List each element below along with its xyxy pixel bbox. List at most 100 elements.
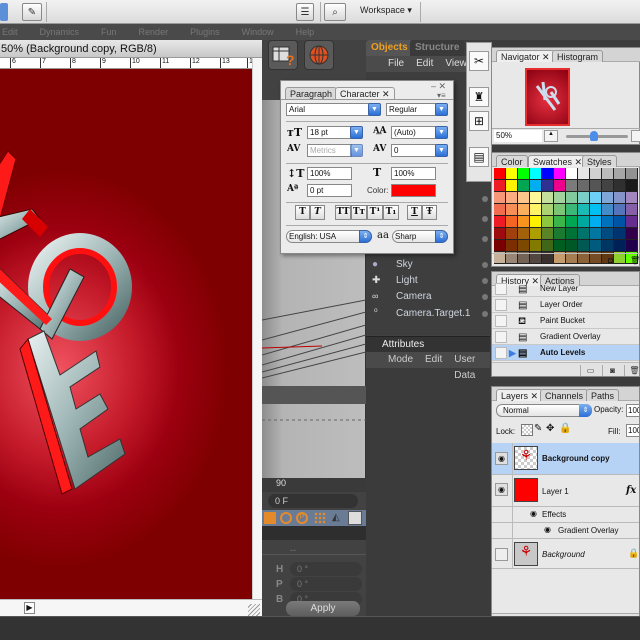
document-title[interactable]: 50% (Background copy, RGB/8)	[0, 40, 262, 58]
color-swatch[interactable]	[506, 168, 518, 180]
color-swatch[interactable]	[518, 240, 530, 252]
color-swatch[interactable]	[566, 180, 578, 192]
fill-input[interactable]: 100%	[626, 424, 639, 437]
layer-dot[interactable]	[482, 196, 488, 202]
brush-tool-icon[interactable]: ♜	[469, 87, 489, 107]
tab-color[interactable]: Color	[496, 155, 528, 167]
layer-row[interactable]: ◉ Layer 1 fx	[492, 475, 639, 507]
strikethrough-button[interactable]: Ŧ	[422, 205, 437, 220]
visibility-box[interactable]	[495, 548, 508, 561]
chevron-down-icon[interactable]: ▼	[350, 144, 363, 157]
chevron-down-icon[interactable]: ▼	[368, 103, 381, 116]
color-swatch[interactable]	[578, 192, 590, 204]
object-item-camera-target[interactable]: Camera.Target.1	[396, 308, 470, 319]
objects-menu-file[interactable]: File	[388, 56, 404, 72]
color-swatch[interactable]	[602, 228, 614, 240]
color-swatch[interactable]	[506, 240, 518, 252]
faux-italic-button[interactable]: T	[310, 205, 325, 220]
p-tool-icon[interactable]: P	[296, 512, 308, 524]
color-swatch[interactable]	[506, 180, 518, 192]
color-swatch[interactable]	[494, 240, 506, 252]
tracking-input[interactable]: 0	[391, 144, 436, 157]
effect-row[interactable]: ◉ Gradient Overlay	[492, 523, 639, 539]
tab-channels[interactable]: Channels	[540, 389, 589, 401]
layer-dot[interactable]	[482, 262, 488, 268]
color-swatch[interactable]	[626, 180, 638, 192]
color-swatch[interactable]	[542, 240, 554, 252]
color-swatch[interactable]	[530, 180, 542, 192]
color-swatch[interactable]	[530, 192, 542, 204]
scroll-right-arrow[interactable]: ▶	[24, 602, 35, 614]
color-swatch[interactable]	[554, 192, 566, 204]
color-swatch[interactable]	[578, 216, 590, 228]
help-table-icon[interactable]: ?	[268, 40, 298, 70]
history-item[interactable]: ▤ New Layer	[492, 281, 639, 297]
snapshot-camera-icon[interactable]: ◙	[602, 365, 622, 376]
tab-navigator[interactable]: Navigator ✕	[496, 50, 555, 62]
color-swatch[interactable]	[578, 228, 590, 240]
workspace-menu[interactable]: Workspace ▾	[360, 5, 412, 16]
menu-dynamics[interactable]: Dynamics	[40, 27, 80, 37]
color-swatch[interactable]	[614, 216, 626, 228]
bridge-browse-icon[interactable]: ⌕	[324, 3, 346, 21]
snapshot-checkbox[interactable]	[495, 331, 507, 343]
chevron-down-icon[interactable]: ▼	[435, 103, 448, 116]
navigator-zoom-input[interactable]: 50%	[494, 130, 542, 142]
layer-dot[interactable]	[482, 294, 488, 300]
color-swatch[interactable]	[542, 168, 554, 180]
superscript-button[interactable]: T¹	[367, 205, 383, 220]
color-swatch[interactable]	[518, 192, 530, 204]
tab-structure[interactable]: Structure	[410, 40, 465, 56]
color-swatch[interactable]	[578, 180, 590, 192]
color-swatch[interactable]	[554, 180, 566, 192]
color-swatch[interactable]	[554, 216, 566, 228]
timeline-ruler[interactable]: 90	[262, 478, 366, 492]
color-swatch[interactable]	[602, 168, 614, 180]
color-swatch[interactable]	[566, 228, 578, 240]
tab-styles[interactable]: Styles	[582, 155, 617, 167]
color-swatch[interactable]	[590, 168, 602, 180]
snapshot-checkbox[interactable]	[495, 299, 507, 311]
color-swatch[interactable]	[590, 228, 602, 240]
color-swatch[interactable]	[506, 192, 518, 204]
color-swatch[interactable]	[602, 192, 614, 204]
color-swatch[interactable]	[530, 228, 542, 240]
layer-dot[interactable]	[482, 311, 488, 317]
objects-menu-edit[interactable]: Edit	[416, 56, 433, 72]
attributes-menu-edit[interactable]: Edit	[425, 352, 442, 368]
object-item-camera[interactable]: Camera	[396, 291, 432, 302]
color-swatch[interactable]	[626, 240, 638, 252]
blend-mode-select[interactable]: Normal	[496, 404, 592, 417]
underline-button[interactable]: T	[407, 205, 422, 220]
color-swatch[interactable]	[518, 216, 530, 228]
color-swatch[interactable]	[614, 204, 626, 216]
trash-icon[interactable]: 🗑	[624, 365, 639, 376]
close-icon[interactable]: ✕	[575, 157, 583, 167]
history-item-selected[interactable]: ▶ ▤ Auto Levels	[492, 345, 639, 361]
color-swatch[interactable]	[494, 228, 506, 240]
color-swatch[interactable]	[494, 168, 506, 180]
p-rotation-field[interactable]: 0 °	[290, 577, 362, 591]
history-item[interactable]: ⛾ Paint Bucket	[492, 313, 639, 329]
vertical-scrollbar[interactable]	[252, 58, 262, 599]
color-swatch[interactable]	[578, 168, 590, 180]
eye-icon[interactable]: ◉	[544, 525, 551, 534]
layer-row[interactable]: ⚘ Background 🔒	[492, 539, 639, 569]
color-swatch[interactable]	[590, 180, 602, 192]
color-swatch[interactable]	[518, 204, 530, 216]
rotate-tool-icon[interactable]	[280, 512, 292, 524]
color-swatch[interactable]	[530, 204, 542, 216]
zoom-out-icon[interactable]: ▲	[544, 130, 558, 142]
color-swatch[interactable]	[614, 180, 626, 192]
eye-icon[interactable]: ◉	[530, 509, 537, 518]
attributes-menu-mode[interactable]: Mode	[388, 352, 413, 368]
subscript-button[interactable]: T₁	[383, 205, 399, 220]
color-swatch[interactable]	[506, 228, 518, 240]
snapshot-checkbox[interactable]	[495, 347, 507, 359]
kerning-input[interactable]: Metrics	[307, 144, 352, 157]
color-swatch[interactable]	[506, 216, 518, 228]
brush-preset-dropdown[interactable]	[0, 3, 8, 21]
menu-help[interactable]: Help	[296, 27, 315, 37]
color-swatch[interactable]	[542, 204, 554, 216]
color-swatch[interactable]	[602, 180, 614, 192]
